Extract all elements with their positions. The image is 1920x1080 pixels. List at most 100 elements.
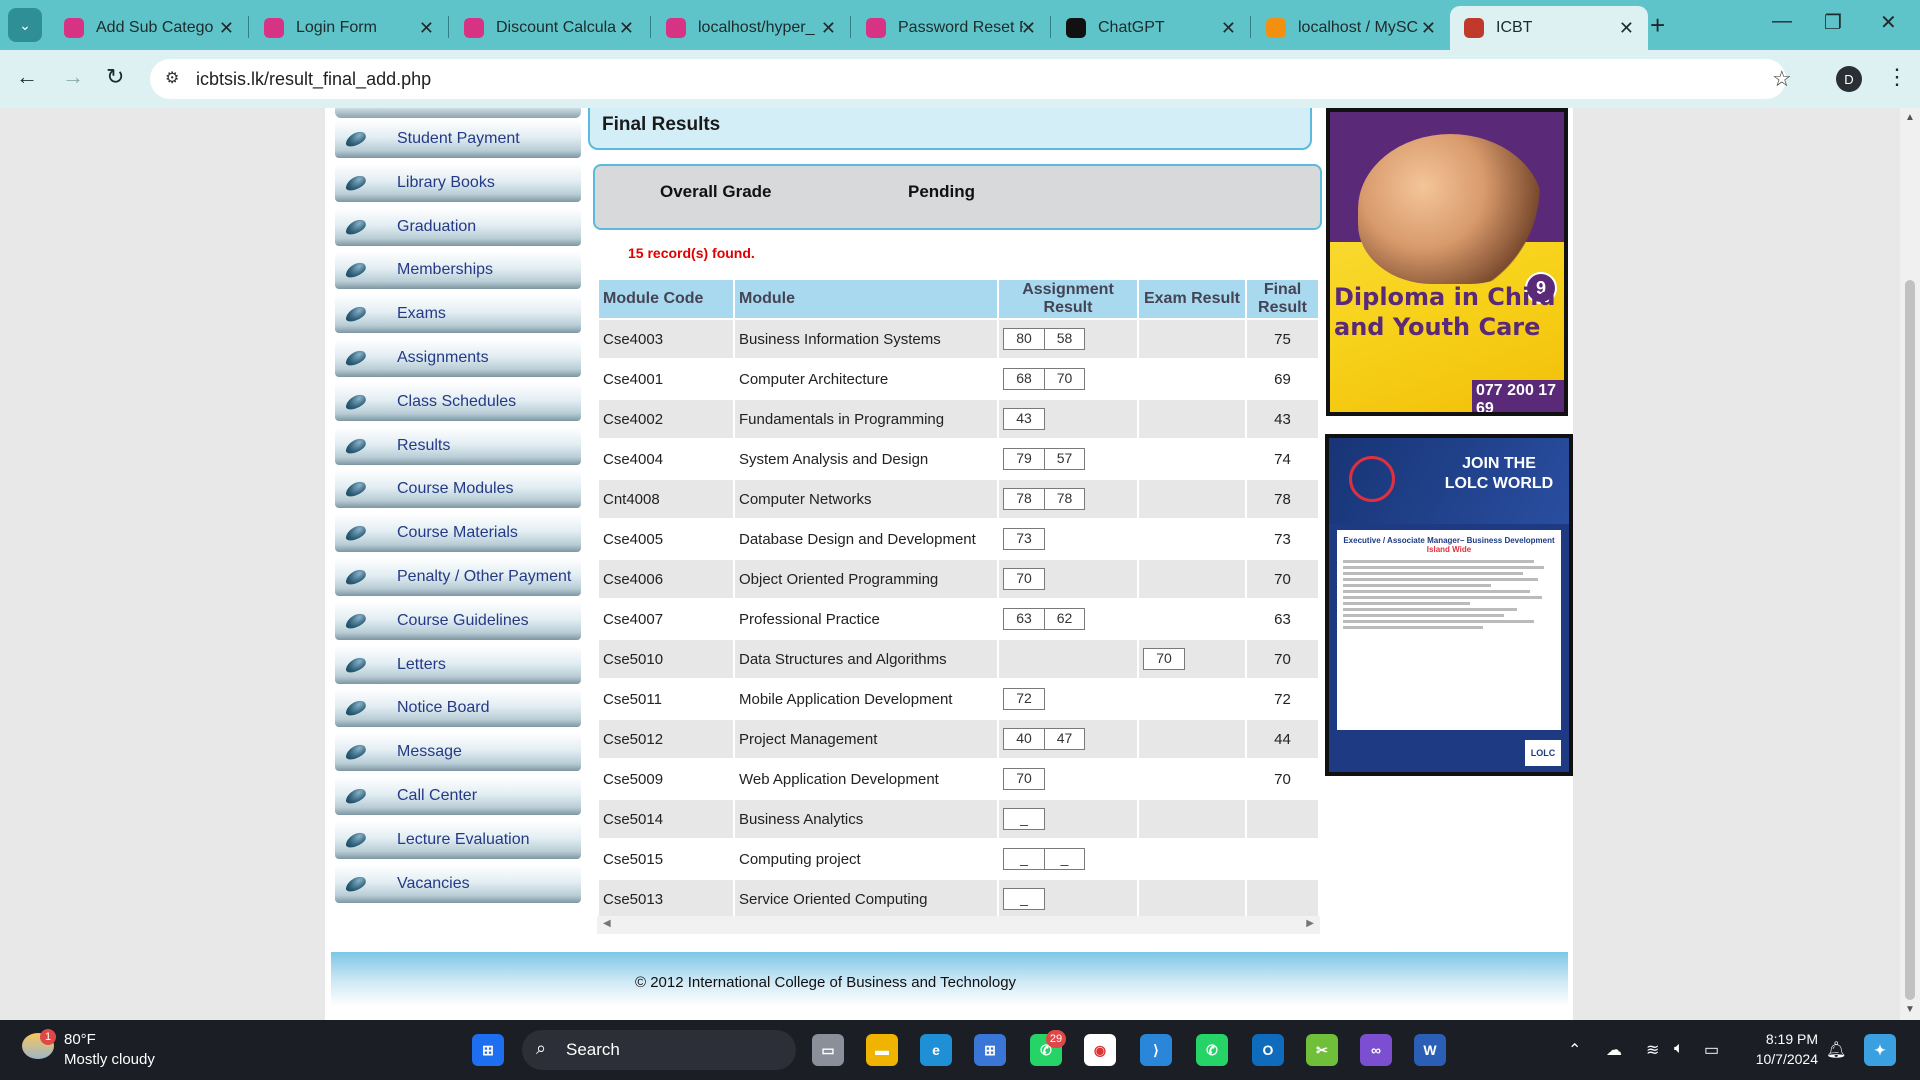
admin-icon — [666, 18, 686, 38]
tab-0[interactable]: Add Sub Catego ✕ — [50, 6, 248, 50]
word-icon[interactable]: W — [1414, 1034, 1446, 1066]
outlook-icon[interactable]: O — [1252, 1034, 1284, 1066]
sidebar-item[interactable]: Library Books — [335, 163, 581, 202]
tab-4[interactable]: Password Reset F ✕ — [852, 6, 1050, 50]
sidebar-item[interactable]: Assignments — [335, 339, 581, 377]
tab-1[interactable]: Login Form ✕ — [250, 6, 448, 50]
final-result-cell: 78 — [1247, 480, 1318, 518]
sidebar-item[interactable]: Student Payment — [335, 120, 581, 158]
close-window-icon[interactable]: ✕ — [1880, 10, 1897, 35]
tab-7[interactable]: ICBT ✕ — [1450, 6, 1648, 50]
sidebar-item[interactable]: Message — [335, 733, 581, 772]
tab-search-button[interactable]: ⌄ — [8, 8, 42, 42]
close-tab-icon[interactable]: ✕ — [219, 18, 234, 39]
reload-icon[interactable]: ↻ — [106, 64, 124, 90]
scrollbar-thumb[interactable] — [1905, 280, 1915, 1000]
records-found: 15 record(s) found. — [628, 245, 755, 261]
wifi-icon[interactable]: ≋ — [1646, 1040, 1659, 1060]
sidebar-item[interactable]: Exams — [335, 295, 581, 334]
sidebar-item[interactable]: Call Center — [335, 777, 581, 815]
sidebar-item[interactable]: Notice Board — [335, 689, 581, 728]
close-tab-icon[interactable]: ✕ — [619, 18, 634, 39]
forward-icon[interactable]: → — [62, 64, 84, 90]
sidebar-item-partial[interactable] — [335, 108, 581, 118]
sidebar-item[interactable]: Results — [335, 426, 581, 465]
module-name-cell: Object Oriented Programming — [735, 560, 997, 598]
text-line — [1343, 566, 1545, 569]
assignment-mark: 79 — [1016, 450, 1032, 466]
tab-2[interactable]: Discount Calcula ✕ — [450, 6, 648, 50]
volume-muted-icon[interactable]: 🔈︎ — [1674, 1040, 1684, 1058]
windows-start-icon[interactable]: ⊞ — [472, 1034, 504, 1066]
table-row: Cse4004 System Analysis and Design 79 57 74 — [599, 440, 1318, 478]
site-info-icon[interactable]: ⚙ — [165, 68, 179, 88]
taskbar-search[interactable] — [522, 1030, 796, 1070]
weather-temperature[interactable]: 80°F — [64, 1031, 96, 1048]
copilot-icon[interactable]: ✦ — [1864, 1034, 1896, 1066]
sidebar-item[interactable]: Memberships — [335, 251, 581, 290]
whatsapp-icon[interactable]: ✆ — [1196, 1034, 1228, 1066]
onedrive-icon[interactable]: ☁ — [1606, 1040, 1622, 1060]
scroll-down-icon[interactable]: ▼ — [1905, 1004, 1915, 1015]
diploma-advertisement[interactable]: 9 Diploma in Child and Youth Care 077 20… — [1326, 108, 1568, 416]
edge-icon[interactable]: e — [920, 1034, 952, 1066]
exam-result-cell — [1139, 760, 1245, 798]
tab-6[interactable]: localhost / MySC ✕ — [1252, 6, 1450, 50]
exam-result-cell — [1139, 840, 1245, 878]
clock-date[interactable]: 10/7/2024 — [1742, 1051, 1818, 1067]
sidebar-item[interactable]: Penalty / Other Payment — [335, 558, 581, 596]
table-row: Cse5015 Computing project _ _ — [599, 840, 1318, 878]
sidebar-item[interactable]: Course Modules — [335, 470, 581, 509]
assignment-marks-box: 68 70 — [1003, 368, 1085, 390]
exam-result-cell — [1139, 600, 1245, 638]
close-tab-icon[interactable]: ✕ — [821, 18, 836, 39]
sidebar-item[interactable]: Vacancies — [335, 864, 581, 903]
column-header: Module — [735, 280, 997, 318]
back-icon[interactable]: ← — [16, 64, 38, 90]
store-icon[interactable]: ⊞ — [974, 1034, 1006, 1066]
browser-menu-icon[interactable]: ⋮ — [1886, 64, 1908, 90]
scroll-up-icon[interactable]: ▲ — [1905, 112, 1915, 123]
address-url[interactable]: icbtsis.lk/result_final_add.php — [196, 69, 431, 90]
snipping-tool-icon[interactable]: ✂ — [1306, 1034, 1338, 1066]
sidebar-item[interactable]: Class Schedules — [335, 382, 581, 421]
close-tab-icon[interactable]: ✕ — [1619, 18, 1634, 39]
file-explorer-icon[interactable]: ▬ — [866, 1034, 898, 1066]
close-tab-icon[interactable]: ✕ — [419, 18, 434, 39]
task-view-icon[interactable]: ▭ — [812, 1034, 844, 1066]
battery-icon[interactable]: ▭ — [1704, 1040, 1719, 1060]
page-footer: © 2012 International College of Business… — [331, 952, 1568, 1006]
assignment-mark: _ — [1020, 850, 1028, 866]
close-tab-icon[interactable]: ✕ — [1421, 18, 1436, 39]
scroll-right-icon[interactable]: ▶ — [1306, 918, 1314, 929]
bookmark-star-icon[interactable]: ☆ — [1772, 66, 1792, 92]
lolc-advertisement[interactable]: JOIN THE LOLC WORLD Executive / Associat… — [1325, 434, 1573, 776]
sidebar-item[interactable]: Course Materials — [335, 514, 581, 553]
visual-studio-icon[interactable]: ∞ — [1360, 1034, 1392, 1066]
minimize-icon[interactable]: — — [1772, 10, 1792, 33]
page-vertical-scrollbar[interactable]: ▲ ▼ — [1900, 108, 1920, 1020]
clock-time[interactable]: 8:19 PM — [1758, 1031, 1818, 1047]
sidebar-item[interactable]: Graduation — [335, 207, 581, 246]
exam-result-cell — [1139, 400, 1245, 438]
assignment-mark: 47 — [1044, 729, 1084, 749]
profile-avatar[interactable]: D — [1836, 66, 1862, 92]
table-horizontal-scrollbar[interactable]: ◀ ▶ — [597, 916, 1320, 934]
restore-icon[interactable]: ❐ — [1824, 10, 1842, 35]
column-header: Module Code — [599, 280, 733, 318]
close-tab-icon[interactable]: ✕ — [1221, 18, 1236, 39]
notifications-bell-icon[interactable]: 🔔︎ — [1826, 1040, 1846, 1060]
taskbar-search-label[interactable]: Search — [566, 1040, 620, 1060]
sidebar-item[interactable]: Course Guidelines — [335, 601, 581, 640]
vscode-icon[interactable]: ⟩ — [1140, 1034, 1172, 1066]
weather-description[interactable]: Mostly cloudy — [64, 1051, 155, 1068]
tab-3[interactable]: localhost/hyper_ ✕ — [652, 6, 850, 50]
sidebar-item[interactable]: Lecture Evaluation — [335, 820, 581, 859]
chrome-icon[interactable]: ◉ — [1084, 1034, 1116, 1066]
new-tab-button[interactable]: + — [1650, 10, 1665, 41]
scroll-left-icon[interactable]: ◀ — [603, 918, 611, 929]
tab-5[interactable]: ChatGPT ✕ — [1052, 6, 1250, 50]
chevron-up-icon[interactable]: ⌃ — [1568, 1040, 1581, 1060]
close-tab-icon[interactable]: ✕ — [1021, 18, 1036, 39]
sidebar-item[interactable]: Letters — [335, 645, 581, 684]
